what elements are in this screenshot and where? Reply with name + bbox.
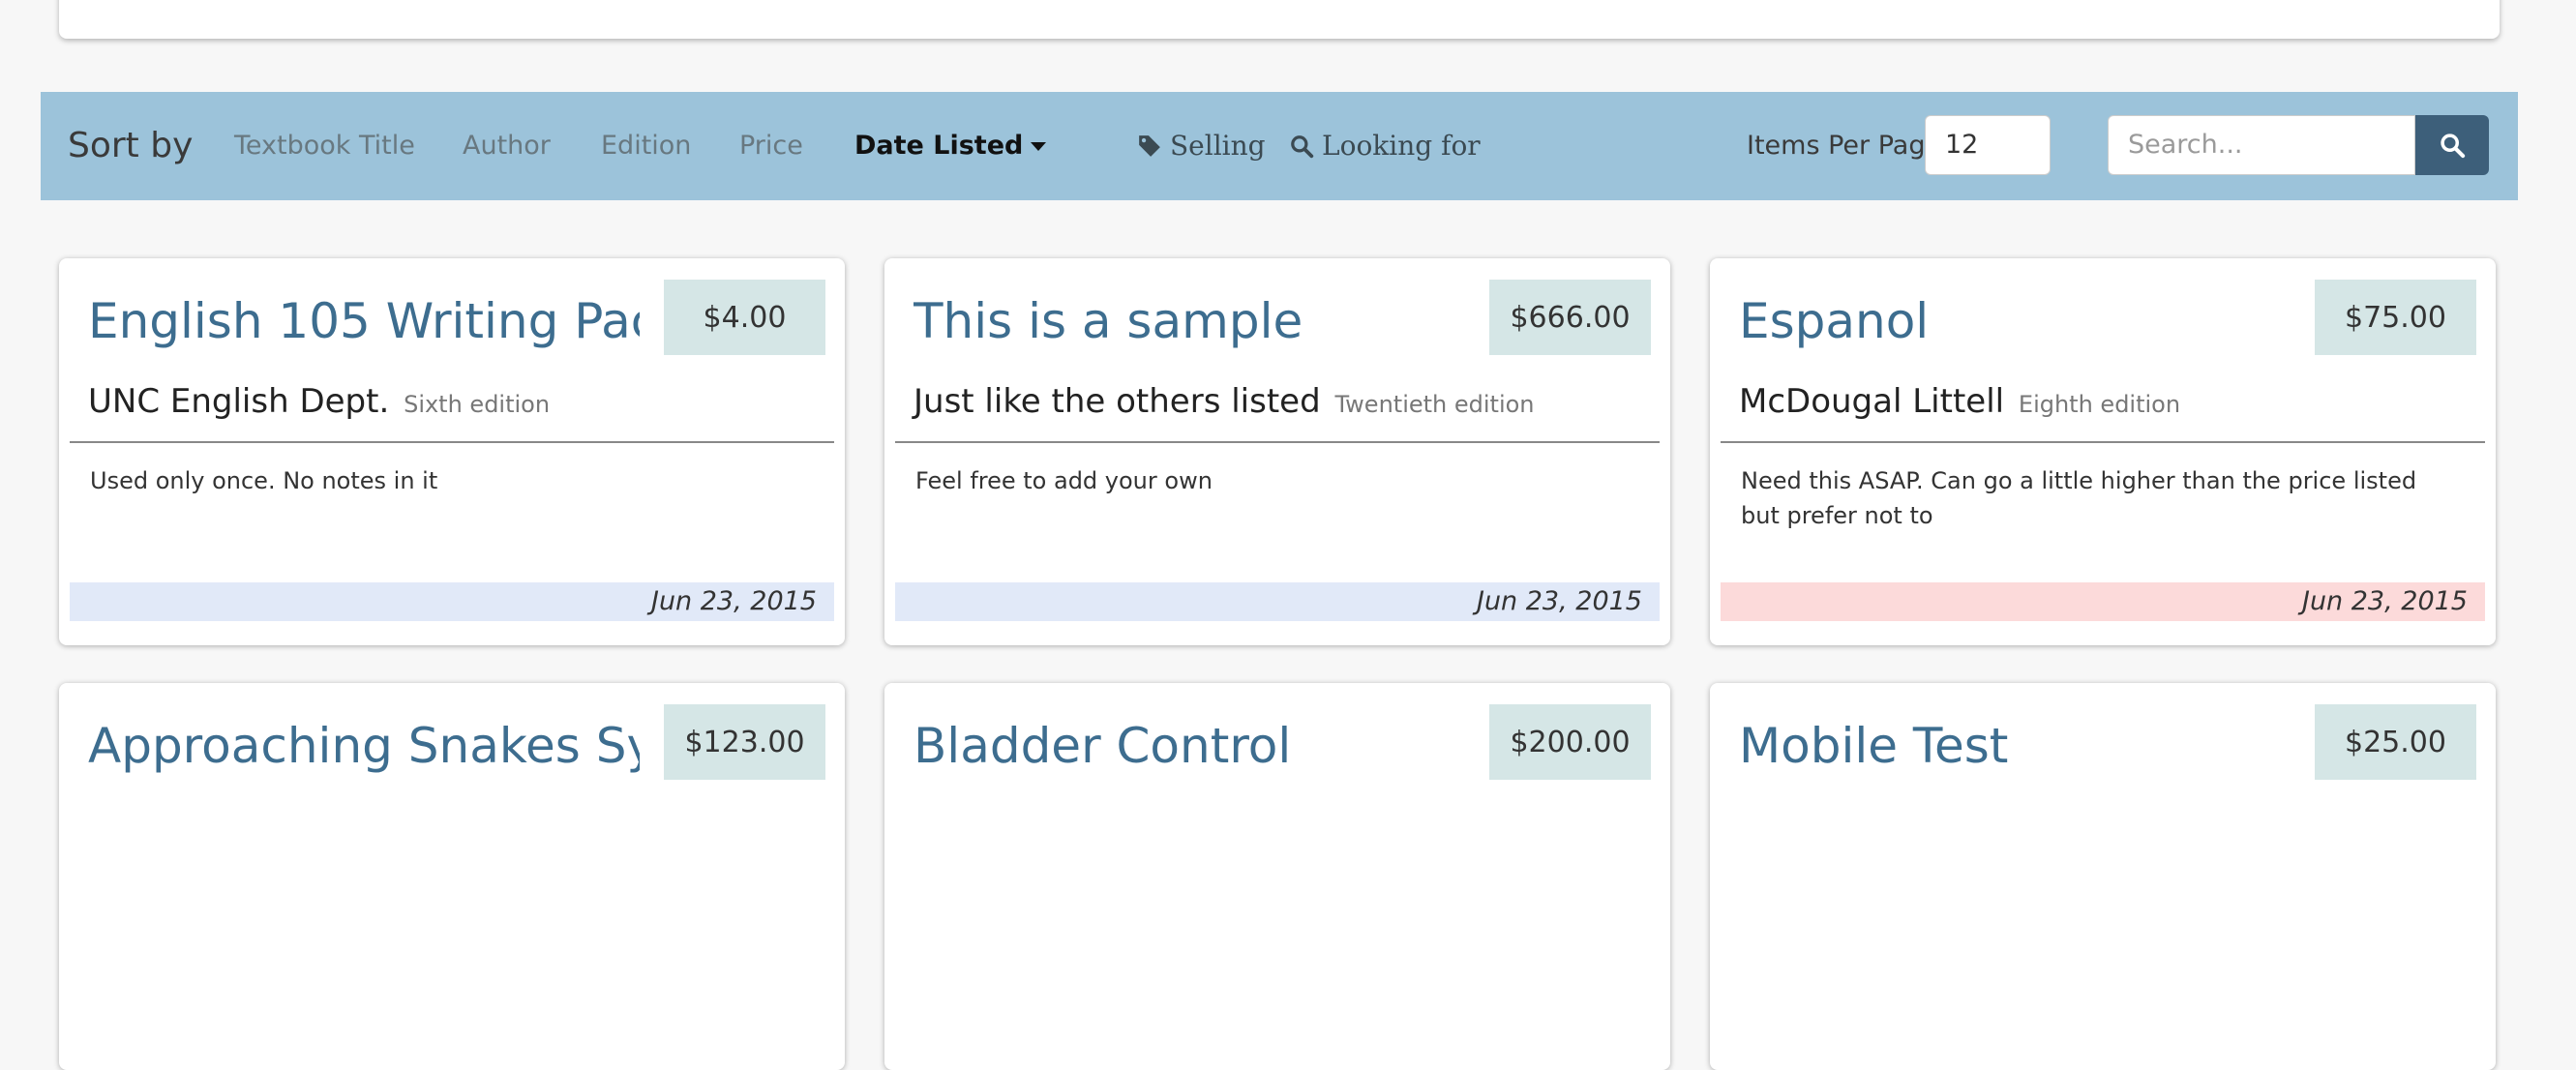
- price-badge: $666.00: [1489, 280, 1651, 355]
- price-badge: $25.00: [2315, 704, 2476, 780]
- listing-card[interactable]: Espanol $75.00 McDougal Littell Eighth e…: [1710, 258, 2496, 645]
- listing-card[interactable]: This is a sample $666.00 Just like the o…: [884, 258, 1670, 645]
- price-badge: $123.00: [664, 704, 825, 780]
- edition-label: Twentieth edition: [1334, 391, 1535, 418]
- search-icon: [1291, 135, 1314, 159]
- listing-title[interactable]: Espanol: [1739, 287, 2291, 355]
- author-name: McDougal Littell: [1739, 382, 2005, 421]
- sort-date-listed[interactable]: Date Listed: [854, 92, 1047, 200]
- divider: [1721, 441, 2485, 443]
- items-per-page-input[interactable]: 12: [1925, 115, 2051, 175]
- top-panel: [59, 0, 2500, 39]
- listing-date-footer: Jun 23, 2015: [1721, 582, 2485, 621]
- listing-title[interactable]: English 105 Writing Pack: [88, 287, 640, 355]
- listing-card[interactable]: Approaching Snakes Syst $123.00: [59, 683, 845, 1070]
- divider: [895, 441, 1660, 443]
- sort-date-listed-label: Date Listed: [854, 131, 1024, 161]
- listing-card[interactable]: Mobile Test $25.00: [1710, 683, 2496, 1070]
- caret-down-icon: [1031, 142, 1047, 151]
- listing-title[interactable]: Approaching Snakes Syst: [88, 712, 640, 780]
- author-name: UNC English Dept.: [88, 382, 390, 421]
- sort-edition[interactable]: Edition: [601, 92, 691, 200]
- filter-selling-label: Selling: [1170, 130, 1266, 162]
- sort-toolbar: Sort by Textbook Title Author Edition Pr…: [41, 92, 2518, 200]
- divider: [70, 441, 834, 443]
- sort-textbook-title[interactable]: Textbook Title: [234, 92, 415, 200]
- price-badge: $4.00: [664, 280, 825, 355]
- listing-author: UNC English Dept. Sixth edition: [88, 382, 550, 421]
- search-button[interactable]: [2415, 115, 2489, 175]
- sort-price[interactable]: Price: [739, 92, 803, 200]
- listing-card[interactable]: English 105 Writing Pack $4.00 UNC Engli…: [59, 258, 845, 645]
- filter-looking-for[interactable]: Looking for: [1289, 92, 1481, 200]
- listing-description: Used only once. No notes in it: [90, 467, 438, 494]
- listing-date-footer: Jun 23, 2015: [895, 582, 1660, 621]
- author-name: Just like the others listed: [914, 382, 1321, 421]
- sort-author[interactable]: Author: [463, 92, 551, 200]
- filter-looking-for-label: Looking for: [1322, 130, 1481, 162]
- listing-description: Feel free to add your own: [915, 467, 1213, 494]
- edition-label: Eighth edition: [2018, 391, 2181, 418]
- listing-title[interactable]: Bladder Control: [914, 712, 1465, 780]
- listing-author: Just like the others listed Twentieth ed…: [914, 382, 1535, 421]
- price-badge: $75.00: [2315, 280, 2476, 355]
- search-icon: [2441, 134, 2466, 159]
- price-badge: $200.00: [1489, 704, 1651, 780]
- listing-description: Need this ASAP. Can go a little higher t…: [1741, 467, 2417, 529]
- filter-selling[interactable]: Selling: [1137, 92, 1266, 200]
- edition-label: Sixth edition: [404, 391, 551, 418]
- search-input[interactable]: Search...: [2108, 115, 2415, 175]
- listing-title[interactable]: This is a sample: [914, 287, 1465, 355]
- sort-by-label: Sort by: [68, 126, 194, 165]
- tag-icon: [1139, 135, 1160, 157]
- listing-title[interactable]: Mobile Test: [1739, 712, 2291, 780]
- listing-author: McDougal Littell Eighth edition: [1739, 382, 2180, 421]
- listing-date-footer: Jun 23, 2015: [70, 582, 834, 621]
- items-per-page-label: Items Per Page: [1747, 131, 1942, 161]
- listing-card[interactable]: Bladder Control $200.00: [884, 683, 1670, 1070]
